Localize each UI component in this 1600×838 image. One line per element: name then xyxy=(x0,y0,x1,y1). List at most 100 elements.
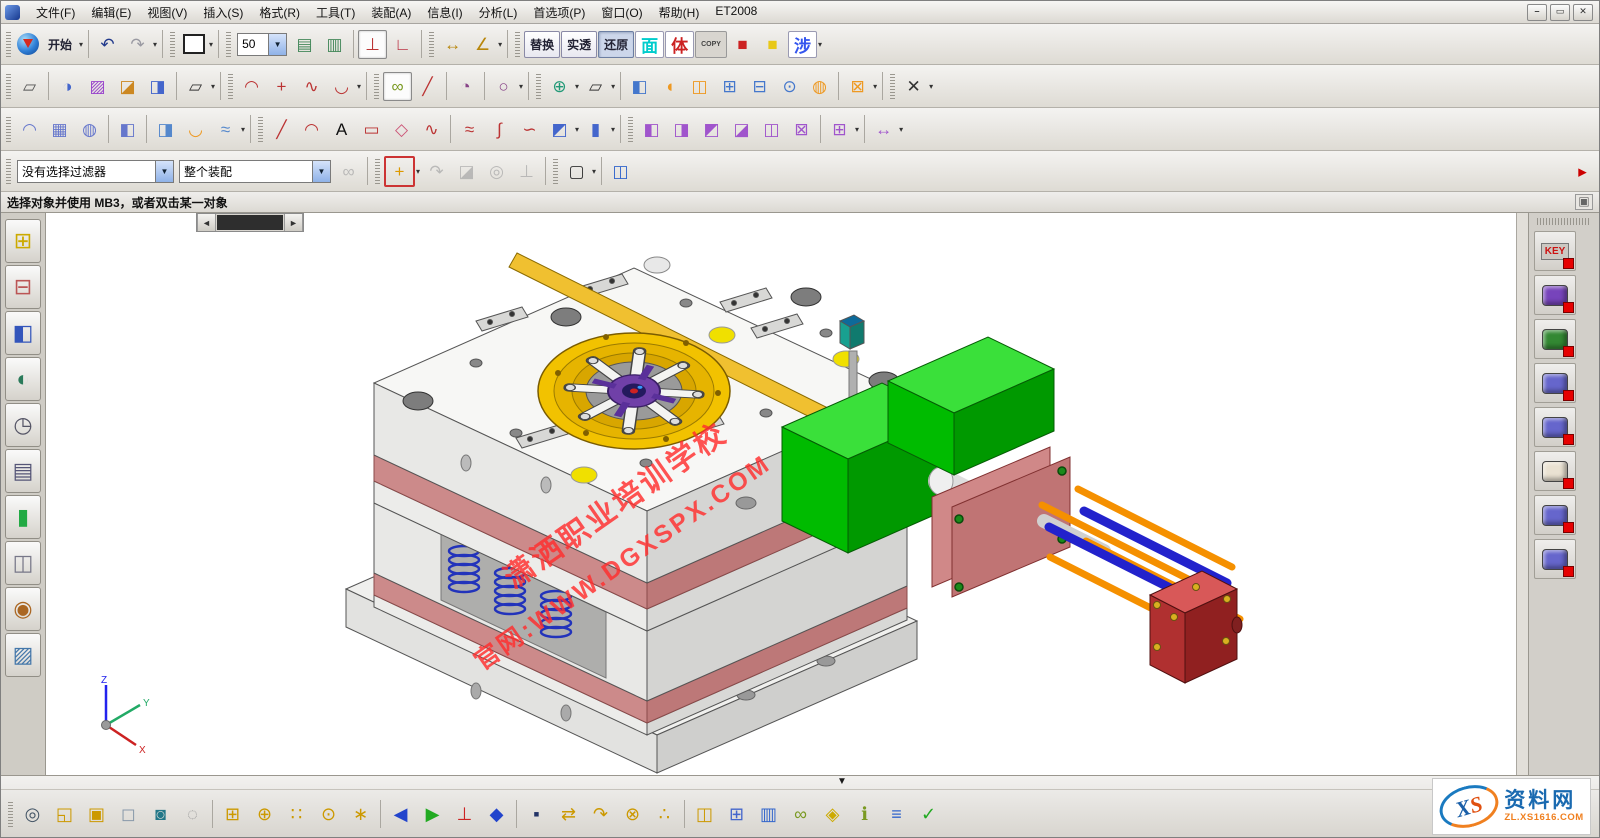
align-constraint-button[interactable]: ▶ xyxy=(417,799,448,830)
viewport-vertical-scrollbar[interactable] xyxy=(1516,213,1528,775)
bounded-sheet-icon[interactable]: ▱ xyxy=(581,72,610,101)
menu-format[interactable]: 格式(R) xyxy=(251,3,308,22)
red-cube-display-icon[interactable]: ■ xyxy=(728,30,757,59)
emboss-sheet-icon[interactable]: ◩ xyxy=(545,115,574,144)
copy-position-button[interactable]: COPY xyxy=(695,31,727,58)
tube-icon-caret[interactable]: ▾ xyxy=(611,125,615,134)
divide-curve-icon[interactable]: + xyxy=(267,72,296,101)
intersect-icon[interactable]: ⊠ xyxy=(843,72,872,101)
menu-edit[interactable]: 编辑(E) xyxy=(83,3,139,22)
measure-angle-icon[interactable]: ∠ xyxy=(468,30,497,59)
wcs-rotate-icon[interactable]: ∟ xyxy=(388,30,417,59)
face-analysis-button[interactable]: 面 xyxy=(635,31,664,58)
object-color-swatch-caret[interactable]: ▾ xyxy=(209,40,213,49)
mate-constraint-button[interactable]: ◀ xyxy=(385,799,416,830)
tube-icon[interactable]: ▮ xyxy=(581,115,610,144)
scroll-thumb[interactable] xyxy=(217,215,283,230)
new-component-button[interactable]: ⊕ xyxy=(249,799,280,830)
hole-icon[interactable]: ⊙ xyxy=(775,72,804,101)
styled-sweep-icon[interactable]: ▨ xyxy=(83,72,112,101)
elbow-part-item[interactable] xyxy=(1534,539,1576,579)
studio-surface-icon[interactable]: ◑ xyxy=(53,72,82,101)
start-menu-button[interactable]: 开始 xyxy=(42,31,78,58)
wireframe-component-button[interactable]: ◻ xyxy=(113,799,144,830)
body-analysis-button[interactable]: 体 xyxy=(665,31,694,58)
sheet-plane-icon[interactable]: ▱ xyxy=(181,72,210,101)
emboss-sheet-icon-caret[interactable]: ▾ xyxy=(575,125,579,134)
tri-plate-part-item[interactable] xyxy=(1534,407,1576,447)
menu-file[interactable]: 文件(F) xyxy=(28,3,83,22)
product-outline-button[interactable]: ◈ xyxy=(817,799,848,830)
link-info-button[interactable]: ℹ xyxy=(849,799,880,830)
pad-icon[interactable]: ◍ xyxy=(805,72,834,101)
palettes-tab[interactable]: ▤ xyxy=(5,449,41,493)
measure-angle-icon-caret[interactable]: ▾ xyxy=(498,40,502,49)
menu-help[interactable]: 帮助(H) xyxy=(651,3,708,22)
selection-filter-select[interactable]: 没有选择过滤器▼ xyxy=(17,160,174,183)
menu-information[interactable]: 信息(I) xyxy=(419,3,470,22)
extension-surface-icon[interactable]: ◨ xyxy=(151,115,180,144)
clearance-analysis-icon[interactable]: ∞ xyxy=(334,157,363,186)
rectangle-select-icon[interactable]: ▢ xyxy=(562,157,591,186)
mirror-assembly-button[interactable]: ◫ xyxy=(689,799,720,830)
offset-dimension-icon-caret[interactable]: ▾ xyxy=(929,82,933,91)
interference-button-caret[interactable]: ▾ xyxy=(818,40,822,49)
interference-button[interactable]: 涉 xyxy=(788,31,817,58)
materials-tab[interactable]: ▮ xyxy=(5,495,41,539)
arc-curve-icon[interactable]: ◠ xyxy=(297,115,326,144)
line-point-icon[interactable]: ╱ xyxy=(413,72,442,101)
replace-face-icon[interactable]: ◪ xyxy=(727,115,756,144)
bounded-sheet-icon-caret[interactable]: ▾ xyxy=(611,82,615,91)
nx-start-logo[interactable] xyxy=(17,33,39,55)
selection-filter-select-arrow[interactable]: ▼ xyxy=(155,161,173,182)
part-navigator-tab[interactable]: ◧ xyxy=(5,311,41,355)
show-component-button[interactable]: ▣ xyxy=(81,799,112,830)
true-shading-button[interactable]: 实透 xyxy=(561,31,597,58)
circle-diameter-icon[interactable]: ○ xyxy=(489,72,518,101)
n-sided-surface-icon[interactable]: ◍ xyxy=(75,115,104,144)
wcs-dynamics-icon[interactable]: ⊥ xyxy=(358,30,387,59)
work-layer-select-arrow[interactable]: ▼ xyxy=(268,34,286,55)
variable-offset-icon-caret[interactable]: ▾ xyxy=(241,125,245,134)
close-button[interactable]: ✕ xyxy=(1573,4,1593,21)
pull-face-icon[interactable]: ◨ xyxy=(667,115,696,144)
sheet-plane-icon-caret[interactable]: ▾ xyxy=(211,82,215,91)
t-nut-part-item[interactable] xyxy=(1534,275,1576,315)
menu-analysis[interactable]: 分析(L) xyxy=(471,3,526,22)
resize-face-icon-caret[interactable]: ▾ xyxy=(899,125,903,134)
intersect-icon-caret[interactable]: ▾ xyxy=(873,82,877,91)
subtract-icon[interactable]: ⊟ xyxy=(745,72,774,101)
boolean-region-icon-caret[interactable]: ▾ xyxy=(575,82,579,91)
studio-spline-icon[interactable]: ∽ xyxy=(515,115,544,144)
bounded-plane-icon[interactable]: ◨ xyxy=(143,72,172,101)
line-curve-icon[interactable]: ╱ xyxy=(267,115,296,144)
restore-button[interactable]: ▭ xyxy=(1550,4,1570,21)
pattern-component-button[interactable]: ∷ xyxy=(281,799,312,830)
layer-settings-icon[interactable]: ▤ xyxy=(290,30,319,59)
move-component-button[interactable]: ⇄ xyxy=(553,799,584,830)
offset-surface-icon[interactable]: ◧ xyxy=(113,115,142,144)
bushing-part-item[interactable] xyxy=(1534,451,1576,491)
mold-assembly-model[interactable] xyxy=(46,213,1528,775)
copy-face-icon-caret[interactable]: ▾ xyxy=(855,125,859,134)
offset-region-icon[interactable]: ◩ xyxy=(697,115,726,144)
wave-link-button[interactable]: ⊞ xyxy=(721,799,752,830)
point-set-icon[interactable]: ∿ xyxy=(417,115,446,144)
ruled-surface-icon[interactable]: ◠ xyxy=(15,115,44,144)
circle-diameter-icon-caret[interactable]: ▾ xyxy=(519,82,523,91)
visualization-tab[interactable]: ▨ xyxy=(5,633,41,677)
work-layer-select[interactable]: 50▼ xyxy=(237,33,287,56)
rectangle-select-icon-caret[interactable]: ▾ xyxy=(592,167,596,176)
show-degrees-button[interactable]: ∴ xyxy=(649,799,680,830)
selection-scope-select-arrow[interactable]: ▼ xyxy=(312,161,330,182)
snap-point-icon-caret[interactable]: ▾ xyxy=(416,167,420,176)
redo-button-caret[interactable]: ▾ xyxy=(153,40,157,49)
through-mesh-icon[interactable]: ▦ xyxy=(45,115,74,144)
prompt-clip-icon[interactable]: ▣ xyxy=(1575,194,1593,210)
interpart-link-button[interactable]: ∞ xyxy=(785,799,816,830)
constraint-navigator-tab[interactable]: ⊟ xyxy=(5,265,41,309)
unite-icon[interactable]: ⊞ xyxy=(715,72,744,101)
fitting-part-item[interactable] xyxy=(1534,495,1576,535)
assembly-navigator-tab[interactable]: ⊞ xyxy=(5,219,41,263)
layer-in-view-icon[interactable]: ▥ xyxy=(320,30,349,59)
